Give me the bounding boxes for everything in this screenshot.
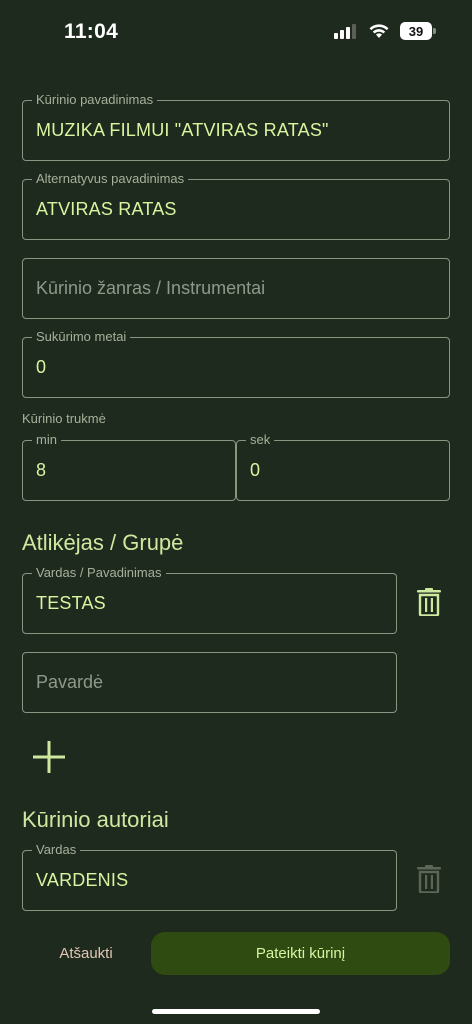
alt-title-field[interactable]: Alternatyvus pavadinimas ATVIRAS RATAS (22, 171, 450, 240)
delete-author-button[interactable] (412, 862, 446, 896)
alt-title-field-label: Alternatyvus pavadinimas (32, 171, 189, 187)
year-field-value: 0 (36, 357, 47, 377)
duration-minutes-field[interactable]: min 8 (22, 432, 236, 501)
add-performer-button[interactable] (28, 736, 70, 778)
home-indicator (152, 1009, 320, 1014)
battery-level: 39 (408, 23, 424, 39)
duration-seconds-value: 0 (250, 460, 261, 480)
performer-surname-placeholder: Pavardė (36, 672, 104, 692)
authors-section-title: Kūrinio autoriai (22, 807, 169, 832)
year-field-label: Sukūrimo metai (32, 329, 131, 345)
title-field[interactable]: Kūrinio pavadinimas MUZIKA FILMUI "ATVIR… (22, 92, 450, 161)
trash-icon (417, 865, 441, 893)
duration-minutes-value: 8 (36, 460, 47, 480)
title-field-label: Kūrinio pavadinimas (32, 92, 158, 108)
cancel-button[interactable]: Atšaukti (22, 932, 150, 975)
alt-title-field-value: ATVIRAS RATAS (36, 199, 177, 219)
title-field-value: MUZIKA FILMUI "ATVIRAS RATAS" (36, 120, 329, 140)
performer-name-field[interactable]: Vardas / Pavadinimas TESTAS (22, 565, 397, 634)
trash-icon (417, 588, 441, 616)
battery-nub (433, 28, 436, 34)
status-time: 11:04 (64, 20, 119, 43)
genre-field[interactable]: Kūrinio žanras / Instrumentai (22, 258, 450, 319)
performer-surname-field[interactable]: Pavardė (22, 652, 397, 713)
duration-seconds-field[interactable]: sek 0 (236, 432, 450, 501)
cellular-signal-icon (334, 24, 356, 39)
genre-field-placeholder: Kūrinio žanras / Instrumentai (36, 278, 266, 298)
duration-label: Kūrinio trukmė (22, 411, 106, 426)
plus-icon (33, 741, 65, 773)
performer-section-title: Atlikėjas / Grupė (22, 530, 184, 555)
duration-seconds-label: sek (246, 432, 275, 448)
delete-performer-button[interactable] (412, 585, 446, 619)
duration-minutes-label: min (32, 432, 61, 448)
battery-icon: 39 (400, 22, 436, 40)
screen: 11:04 39 Kūrinio pavadinimas MUZIKA FILM… (0, 0, 472, 1024)
wifi-icon (369, 24, 389, 38)
status-bar: 11:04 39 (0, 0, 472, 64)
performer-name-value: TESTAS (36, 593, 106, 613)
performer-name-label: Vardas / Pavadinimas (32, 565, 166, 581)
submit-button[interactable]: Pateikti kūrinį (151, 932, 450, 975)
author-name-label: Vardas (32, 842, 81, 858)
year-field[interactable]: Sukūrimo metai 0 (22, 329, 450, 398)
status-icons: 39 (334, 22, 436, 40)
author-name-field[interactable]: Vardas VARDENIS (22, 842, 397, 911)
author-name-value: VARDENIS (36, 870, 129, 890)
